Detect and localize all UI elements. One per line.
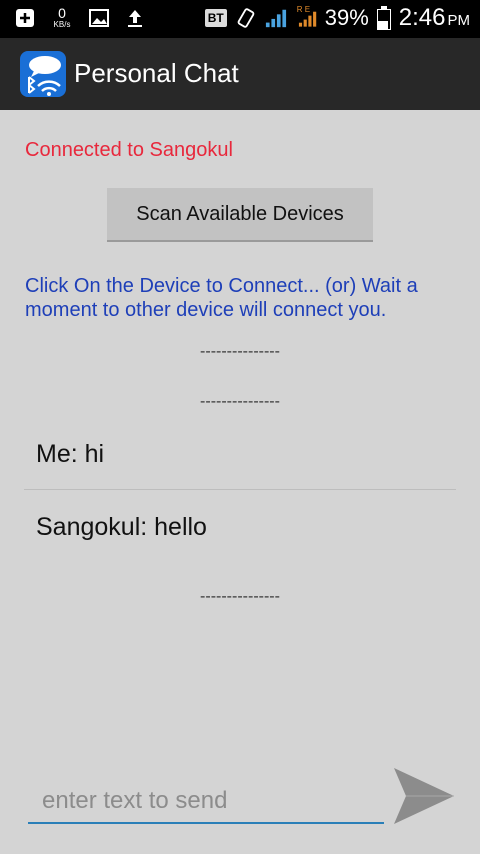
- network-speed-value: 0: [58, 5, 66, 21]
- scan-devices-button[interactable]: Scan Available Devices: [107, 188, 373, 242]
- clock-ampm: PM: [447, 12, 471, 29]
- action-bar: Personal Chat: [0, 38, 480, 110]
- network-speed: 0 KB/s: [50, 6, 74, 29]
- signal-icon-sim2: R E: [295, 5, 317, 29]
- signal-icon-sim1: [265, 7, 287, 29]
- send-button[interactable]: [392, 766, 456, 826]
- app-logo-icon: [20, 51, 66, 97]
- chat-message: Me: hi: [36, 440, 105, 468]
- plus-notification-icon: [14, 7, 36, 29]
- chat-message: Sangokul: hello: [36, 513, 207, 541]
- upload-icon: [124, 7, 146, 29]
- battery-icon: [376, 6, 391, 30]
- clock-time: 2:46: [398, 4, 446, 31]
- roaming-tag: R E: [296, 5, 311, 14]
- send-icon: [394, 768, 454, 824]
- message-divider: [24, 489, 456, 490]
- device-list-separator: ---------------: [200, 393, 280, 410]
- vibrate-icon: [235, 7, 257, 29]
- status-bar: 0 KB/s BT R E 39% 2:46 PM: [0, 0, 480, 38]
- bt-badge: BT: [204, 9, 227, 27]
- battery-percent: 39%: [324, 5, 369, 30]
- network-speed-unit: KB/s: [53, 20, 71, 29]
- message-input[interactable]: [28, 780, 384, 824]
- connect-hint: Click On the Device to Connect... (or) W…: [25, 275, 418, 321]
- device-list-separator: ---------------: [200, 343, 280, 360]
- chat-list-separator: ---------------: [200, 588, 280, 605]
- app-title: Personal Chat: [74, 58, 239, 88]
- clock: 2:46 PM: [399, 4, 470, 32]
- connection-status: Connected to Sangokul: [25, 139, 233, 161]
- image-notification-icon: [88, 7, 110, 29]
